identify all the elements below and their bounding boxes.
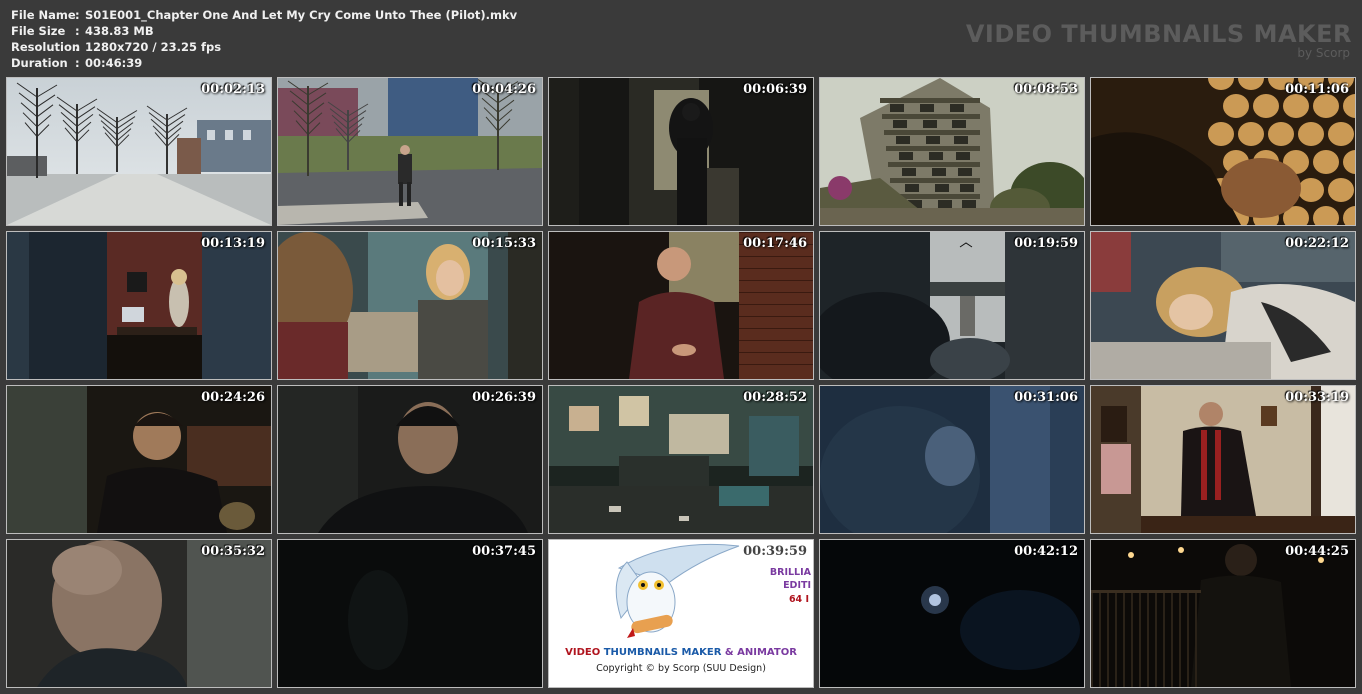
duration-label: Duration	[11, 56, 68, 70]
frame-image	[1091, 386, 1355, 533]
logo-edition-text: EDITI	[783, 580, 811, 591]
logo-product-title: VIDEO THUMBNAILS MAKER & ANIMATOR	[549, 647, 813, 658]
frame-image	[278, 232, 542, 379]
thumbnail-timestamp: 00:06:39	[743, 82, 807, 97]
thumbnail-timestamp: 00:08:53	[1014, 82, 1078, 97]
frame-image	[278, 540, 542, 687]
frame-image	[549, 232, 813, 379]
thumbnail-timestamp: 00:39:59	[743, 544, 807, 559]
thumbnail-timestamp: 00:28:52	[743, 390, 807, 405]
logo-edition-text: 64 I	[788, 594, 809, 605]
frame-image	[820, 78, 1084, 225]
video-thumbnail: 00:31:06	[819, 385, 1085, 534]
video-thumbnail: 00:35:32	[6, 539, 272, 688]
thumbnail-timestamp: 00:33:19	[1285, 390, 1349, 405]
logo-thumbnail: VIDEO THUMBNAILS MAKER & ANIMATOR Copyrig…	[548, 539, 814, 688]
frame-image	[820, 386, 1084, 533]
resolution-row: Resolution: 1280x720 / 23.25 fps	[11, 40, 221, 56]
frame-image	[820, 232, 1084, 379]
logo-copyright: Copyright © by Scorp (SUU Design)	[596, 663, 766, 674]
file-size-label: File Size	[11, 24, 66, 38]
video-thumbnail: 00:22:12	[1090, 231, 1356, 380]
thumbnail-timestamp: 00:35:32	[201, 544, 265, 559]
video-thumbnail: 00:33:19	[1090, 385, 1356, 534]
frame-image	[7, 540, 271, 687]
separator: :	[75, 40, 80, 54]
frame-image	[7, 78, 271, 225]
frame-image	[549, 386, 813, 533]
thumbnail-timestamp: 00:04:26	[472, 82, 536, 97]
thumbnail-timestamp: 00:44:25	[1285, 544, 1349, 559]
video-thumbnail: 00:42:12	[819, 539, 1085, 688]
frame-image	[1091, 232, 1355, 379]
duration-value: 00:46:39	[85, 56, 143, 70]
file-size-row: File Size:438.83 MB	[11, 24, 154, 40]
thumbnail-timestamp: 00:22:12	[1285, 236, 1349, 251]
video-thumbnail: 00:37:45	[277, 539, 543, 688]
thumbnail-timestamp: 00:02:13	[201, 82, 265, 97]
video-thumbnail: 00:24:26	[6, 385, 272, 534]
logo-title-part: & ANIMATOR	[724, 647, 797, 658]
separator: :	[75, 24, 80, 38]
frame-image	[1091, 540, 1355, 687]
video-thumbnail: 00:44:25	[1090, 539, 1356, 688]
brand-watermark-title: VIDEO THUMBNAILS MAKER	[965, 20, 1352, 48]
frame-image	[820, 540, 1084, 687]
thumbnail-timestamp: 00:26:39	[472, 390, 536, 405]
video-thumbnail: 00:26:39	[277, 385, 543, 534]
thumbnail-timestamp: 00:15:33	[472, 236, 536, 251]
thumbnail-timestamp: 00:24:26	[201, 390, 265, 405]
file-size-value: 438.83 MB	[85, 24, 154, 38]
video-thumbnail: 00:13:19	[6, 231, 272, 380]
thumbnail-timestamp: 00:11:06	[1285, 82, 1349, 97]
file-name-value: S01E001_Chapter One And Let My Cry Come …	[85, 8, 518, 22]
thumbnail-timestamp: 00:13:19	[201, 236, 265, 251]
video-thumbnail: 00:19:59	[819, 231, 1085, 380]
video-thumbnail: 00:15:33	[277, 231, 543, 380]
info-header: File Name: S01E001_Chapter One And Let My…	[0, 0, 1362, 76]
thumbnail-timestamp: 00:37:45	[472, 544, 536, 559]
separator: :	[75, 56, 80, 70]
thumbnail-timestamp: 00:42:12	[1014, 544, 1078, 559]
file-name-label: File Name	[11, 8, 76, 22]
resolution-value: 1280x720 / 23.25 fps	[85, 40, 222, 54]
video-thumbnail: 00:28:52	[548, 385, 814, 534]
video-thumbnail: 00:04:26	[277, 77, 543, 226]
logo-edition-text: BRILLIA	[769, 567, 811, 578]
video-thumbnail: 00:02:13	[6, 77, 272, 226]
video-thumbnail: 00:11:06	[1090, 77, 1356, 226]
thumbnail-timestamp: 00:31:06	[1014, 390, 1078, 405]
separator: :	[75, 8, 80, 22]
video-thumbnail: 00:06:39	[548, 77, 814, 226]
frame-image	[549, 78, 813, 225]
file-name-row: File Name: S01E001_Chapter One And Let My…	[11, 8, 517, 24]
frame-image	[278, 78, 542, 225]
frame-image	[7, 386, 271, 533]
thumbnail-timestamp: 00:17:46	[743, 236, 807, 251]
frame-image	[7, 232, 271, 379]
video-thumbnail: 00:08:53	[819, 77, 1085, 226]
logo-title-part: THUMBNAILS MAKER	[603, 647, 722, 658]
frame-image	[1091, 78, 1355, 225]
brand-watermark-subtitle: by Scorp	[1297, 46, 1350, 60]
duration-row: Duration:00:46:39	[11, 56, 142, 72]
resolution-label: Resolution	[11, 40, 81, 54]
frame-image	[278, 386, 542, 533]
thumbnail-timestamp: 00:19:59	[1014, 236, 1078, 251]
logo-title-part: VIDEO	[565, 647, 601, 658]
video-thumbnail: 00:17:46	[548, 231, 814, 380]
